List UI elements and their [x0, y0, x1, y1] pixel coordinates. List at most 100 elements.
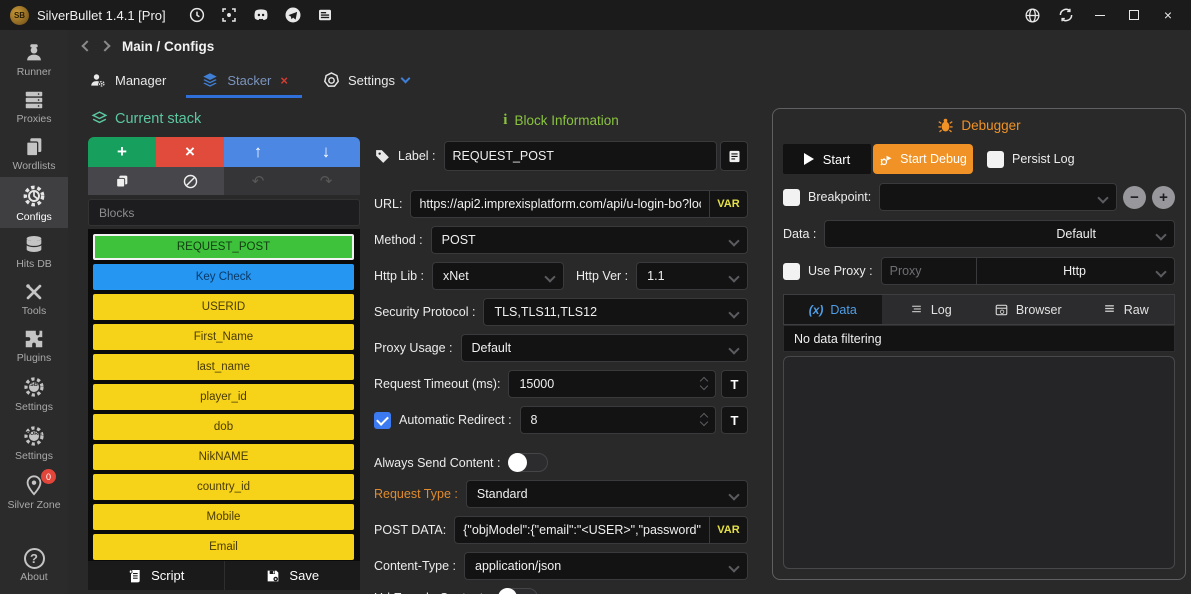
start-debug-button[interactable]: Start Debug [873, 144, 973, 174]
sidebar-item-settings-core[interactable]: CORE Settings [0, 418, 68, 467]
blocks-dropdown[interactable]: Blocks [88, 199, 360, 226]
duplicate-block-button[interactable] [88, 167, 156, 195]
post-data-input[interactable] [454, 516, 710, 544]
content-type-select[interactable]: application/json [464, 552, 748, 580]
block-information-header: i Block Information [374, 112, 748, 129]
use-proxy-checkbox[interactable] [783, 263, 800, 280]
notes-button[interactable] [720, 141, 748, 171]
tab-data[interactable]: (x) Data [784, 295, 882, 324]
label-input[interactable] [444, 141, 717, 171]
move-down-button[interactable]: ↓ [292, 137, 360, 167]
tab-browser-label: Browser [1016, 303, 1062, 317]
sidebar-item-configs[interactable]: Configs [0, 177, 68, 228]
delete-block-button[interactable]: × [156, 137, 224, 167]
tab-stacker[interactable]: Stacker × [200, 62, 288, 98]
redo-button[interactable]: ↷ [292, 167, 360, 195]
sidebar-item-hits-db[interactable]: Hits DB [0, 228, 68, 275]
block-item[interactable]: last_name [93, 354, 354, 380]
app-title: SilverBullet 1.4.1 [Pro] [37, 8, 166, 23]
move-up-button[interactable]: ↑ [224, 137, 292, 167]
proxy-type-select[interactable]: Http [977, 257, 1175, 285]
timeout-stepper[interactable]: 15000 [508, 370, 716, 398]
sidebar-item-proxies[interactable]: Proxies [0, 83, 68, 130]
block-item[interactable]: REQUEST_POST [93, 234, 354, 260]
sidebar-item-label: Silver Zone [7, 499, 60, 511]
close-button[interactable]: × [1151, 2, 1185, 28]
sidebar-item-plugins[interactable]: Plugins [0, 322, 68, 369]
url-var-button[interactable]: VAR [710, 190, 748, 218]
always-send-content-toggle[interactable] [508, 453, 548, 472]
sidebar-item-wordlists[interactable]: Wordlists [0, 130, 68, 177]
nav-forward-icon[interactable] [99, 40, 110, 51]
start-button-label: Start [823, 152, 850, 167]
save-button[interactable]: Save [224, 561, 361, 590]
tab-manager[interactable]: Manager [88, 62, 166, 98]
block-item[interactable]: player_id [93, 384, 354, 410]
tab-raw[interactable]: Raw [1077, 295, 1175, 324]
news-icon[interactable] [312, 4, 338, 26]
data-label: Data : [783, 227, 816, 241]
debugger-output-area[interactable] [783, 356, 1175, 569]
nav-back-icon[interactable] [81, 40, 92, 51]
disable-block-button[interactable] [156, 167, 224, 195]
block-item[interactable]: Mobile [93, 504, 354, 530]
block-item[interactable]: country_id [93, 474, 354, 500]
block-item[interactable]: NikNAME [93, 444, 354, 470]
discord-icon[interactable] [248, 4, 274, 26]
breakpoint-select[interactable] [879, 183, 1117, 211]
tab-close-icon[interactable]: × [280, 73, 288, 88]
add-block-button[interactable]: + [88, 137, 156, 167]
security-protocol-select[interactable]: TLS,TLS11,TLS12 [483, 298, 748, 326]
sidebar-item-about[interactable]: ? About [0, 542, 68, 588]
spinner-icon[interactable] [701, 414, 707, 425]
history-icon[interactable] [184, 4, 210, 26]
block-item[interactable]: USERID [93, 294, 354, 320]
http-ver-select[interactable]: 1.1 [636, 262, 748, 290]
url-encode-content-toggle[interactable] [498, 588, 538, 594]
data-value: Default [1056, 227, 1096, 241]
core-gear-tag: CORE [26, 431, 42, 437]
timeout-type-button[interactable]: T [721, 370, 748, 398]
add-breakpoint-button[interactable]: + [1152, 186, 1175, 209]
spinner-icon[interactable] [701, 378, 707, 389]
timeout-value: 15000 [519, 377, 554, 391]
data-filter-select[interactable]: No data filtering [783, 325, 1175, 352]
tab-browser[interactable]: Browser [979, 295, 1077, 324]
content-type-value: application/json [475, 559, 561, 573]
tab-settings[interactable]: Settings [322, 62, 409, 98]
sidebar-item-tools[interactable]: Tools [0, 275, 68, 322]
method-select[interactable]: POST [431, 226, 748, 254]
sync-icon[interactable] [1049, 2, 1083, 28]
sidebar-item-runner[interactable]: Runner [0, 36, 68, 83]
automatic-redirect-checkbox[interactable] [374, 412, 391, 429]
tab-log[interactable]: Log [882, 295, 980, 324]
block-item[interactable]: Key Check [93, 264, 354, 290]
minimize-button[interactable] [1083, 2, 1117, 28]
maximize-button[interactable] [1117, 2, 1151, 28]
script-button[interactable]: Script [88, 561, 224, 590]
block-item[interactable]: Email [93, 534, 354, 560]
use-proxy-label: Use Proxy : [808, 264, 873, 278]
start-button[interactable]: Start [783, 144, 871, 174]
sidebar-item-settings-sb[interactable]: SB Settings [0, 369, 68, 418]
block-item[interactable]: First_Name [93, 324, 354, 350]
telegram-icon[interactable] [280, 4, 306, 26]
url-input[interactable] [410, 190, 710, 218]
redirect-stepper[interactable]: 8 [520, 406, 716, 434]
proxy-usage-select[interactable]: Default [461, 334, 748, 362]
capture-icon[interactable] [216, 4, 242, 26]
breakpoint-checkbox[interactable] [783, 189, 800, 206]
remove-breakpoint-button[interactable]: − [1123, 186, 1146, 209]
proxy-input[interactable] [881, 257, 977, 285]
redirect-type-button[interactable]: T [721, 406, 748, 434]
block-item[interactable]: dob [93, 414, 354, 440]
undo-button[interactable]: ↶ [224, 167, 292, 195]
persist-log-checkbox[interactable] [987, 151, 1004, 168]
http-lib-select[interactable]: xNet [432, 262, 564, 290]
language-globe-icon[interactable] [1015, 2, 1049, 28]
proxy-usage-value: Default [472, 341, 512, 355]
post-data-var-button[interactable]: VAR [710, 516, 748, 544]
data-select[interactable]: Default [824, 220, 1175, 248]
request-type-select[interactable]: Standard [466, 480, 748, 508]
sidebar-item-silver-zone[interactable]: 0 Silver Zone [0, 467, 68, 516]
